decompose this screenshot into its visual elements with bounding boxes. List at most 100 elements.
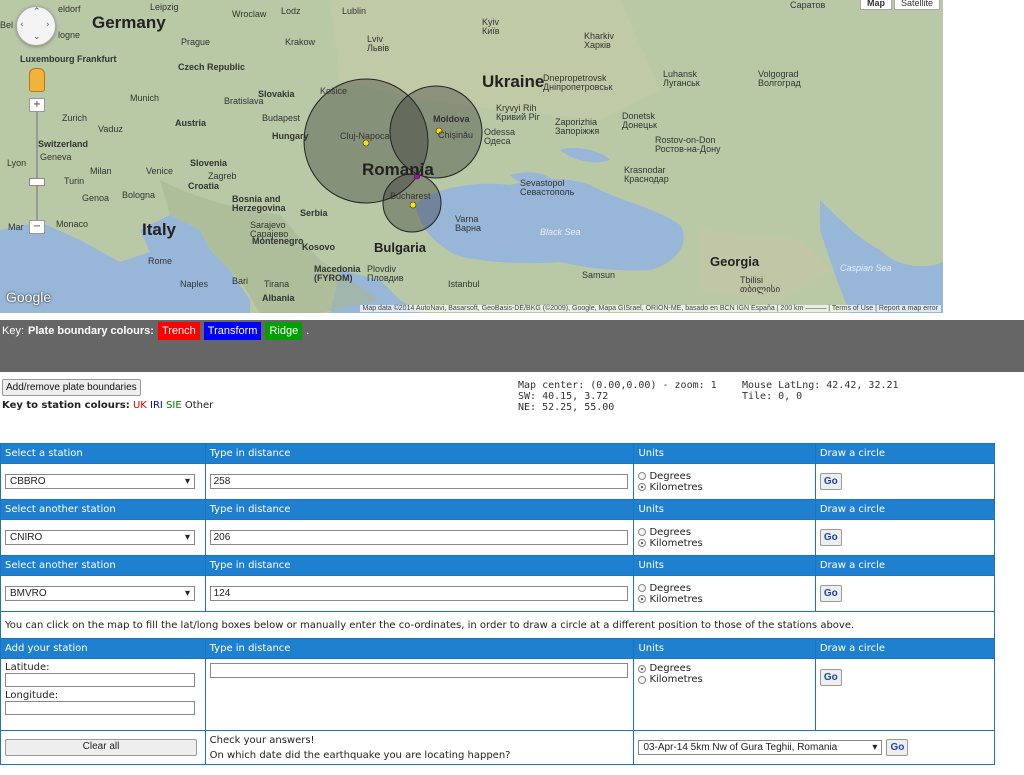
degrees-radio-1[interactable]: Degrees [638, 471, 810, 482]
map-label-milan: Milan [90, 166, 112, 176]
map-label-tirana: Tirana [264, 279, 290, 289]
map-label-venice: Venice [146, 166, 174, 176]
map-label-blacksea: Black Sea [540, 227, 581, 237]
pan-left-icon[interactable]: ‹ [20, 20, 24, 30]
zoom-out-button[interactable]: − [29, 220, 45, 234]
map-label-cluj: Cluj-Napoca [340, 131, 390, 141]
earthquake-date-select-value: 03-Apr-14 5km Nw of Gura Teghii, Romania [643, 742, 838, 753]
map-label-kryvyi: Kryvyi Rih Кривий Ріг [496, 103, 540, 122]
map-type-map-button[interactable]: Map [859, 0, 892, 10]
map-attribution[interactable]: Map data ©2014 AutoNavi, Basarsoft, GeoB… [359, 305, 941, 312]
degrees-radio-custom[interactable]: Degrees [638, 663, 810, 674]
kilometres-label: Kilometres [649, 674, 703, 685]
clear-all-button[interactable]: Clear all [5, 739, 197, 756]
distance-header: Type in distance [204, 443, 635, 464]
map-canvas[interactable] [0, 0, 943, 313]
plate-key-title: Plate boundary colours: [28, 325, 154, 337]
map-label-rostov: Rostov-on-Don Ростов-на-Дону [655, 135, 721, 154]
pan-down-icon[interactable]: ⌄ [33, 32, 41, 42]
map-label-cologne: logne [58, 30, 81, 40]
distance-input-1[interactable]: 258 [209, 474, 628, 489]
map-label-kyiv: Kyiv Київ [482, 17, 500, 36]
trench-chip: Trench [157, 322, 200, 340]
kilometres-radio-3[interactable]: Kilometres [638, 594, 810, 605]
map-label-germany: Germany [92, 13, 166, 32]
key-suffix: . [306, 325, 310, 337]
longitude-input[interactable] [5, 701, 195, 715]
map-label-rome: Rome [148, 256, 173, 266]
map-label-dusseldorf: eldorf [58, 4, 81, 14]
units-header: Units [633, 638, 816, 659]
plate-key-bar: Key: Plate boundary colours: Trench Tran… [0, 320, 1024, 372]
radio-checked-icon [638, 483, 647, 491]
kilometres-radio-custom[interactable]: Kilometres [638, 674, 810, 685]
map-label-zagreb: Zagreb [208, 171, 237, 181]
map-sw-readout: SW: 40.15, 3.72 [518, 391, 609, 402]
zoom-in-button[interactable]: + [29, 98, 45, 112]
add-remove-plate-boundaries-button[interactable]: Add/remove plate boundaries [2, 379, 141, 396]
table-header-row: Add your station Type in distance Units … [0, 638, 996, 659]
station-select-3[interactable]: BMVRO ▾ [5, 586, 195, 601]
earthquake-date-select[interactable]: 03-Apr-14 5km Nw of Gura Teghii, Romania… [638, 740, 883, 755]
kilometres-label: Kilometres [649, 481, 703, 493]
radio-checked-icon [638, 595, 647, 603]
latitude-input[interactable] [5, 673, 195, 687]
kilometres-radio-2[interactable]: Kilometres [638, 538, 810, 549]
zoom-slider-thumb[interactable] [29, 178, 45, 186]
units-header: Units [633, 443, 816, 464]
map-label-luxembourg: Luxembourg Frankfurt [20, 54, 117, 64]
map-label-italy: Italy [142, 220, 177, 239]
pan-up-icon[interactable]: ⌃ [33, 7, 41, 17]
station-key-iri: IRI [150, 400, 163, 411]
map-label-switzerland: Switzerland [38, 139, 89, 149]
radio-icon [638, 472, 647, 480]
map-label-lviv: Lviv Львів [367, 34, 390, 53]
station-key-title: Key to station colours: [2, 400, 130, 411]
dropdown-arrow-icon: ▾ [872, 742, 878, 753]
earthquake-date-question: On which date did the earthquake you are… [209, 749, 511, 761]
map-label-bulgaria: Bulgaria [374, 240, 427, 255]
map-label-bucharest: Bucharest [390, 191, 431, 201]
map-label-moldova: Moldova [433, 114, 470, 124]
map-label-macedonia: Macedonia (FYROM) [314, 264, 361, 283]
map-type-satellite-button[interactable]: Satellite [893, 0, 940, 10]
pan-control[interactable]: ⌃ ‹ › ⌄ [16, 6, 56, 46]
map-label-budapest: Budapest [262, 113, 301, 123]
distance-input-3[interactable]: 124 [209, 586, 628, 601]
go-button-3[interactable]: Go [819, 585, 842, 602]
table-header-row: Select another station Type in distance … [0, 555, 996, 576]
station-key-other: Other [184, 400, 214, 411]
degrees-label: Degrees [649, 663, 692, 674]
map-label-serbia: Serbia [300, 208, 328, 218]
go-button-2[interactable]: Go [819, 529, 842, 546]
pan-right-icon[interactable]: › [46, 20, 50, 30]
street-view-pegman-icon[interactable] [29, 68, 45, 92]
map-label-luhansk: Luhansk Луганськ [663, 69, 700, 88]
select-station-header: Select a station [0, 443, 206, 464]
station-select-2[interactable]: CNIRO ▾ [5, 530, 195, 545]
distance-input-custom[interactable] [209, 663, 628, 678]
map-label-hungary: Hungary [272, 131, 309, 141]
table-row: You can click on the map to fill the lat… [0, 611, 995, 639]
map[interactable]: Germany Leipzig eldorf logne Bel Wroclaw… [0, 0, 943, 313]
zoom-slider-track[interactable] [36, 100, 38, 228]
go-button-custom[interactable]: Go [819, 669, 842, 686]
kilometres-radio-1[interactable]: Kilometres [638, 482, 810, 493]
add-your-station-header: Add your station [0, 638, 206, 659]
check-answers-text: Check your answers! [209, 734, 315, 746]
go-button-1[interactable]: Go [819, 473, 842, 490]
map-label-kosovo: Kosovo [302, 242, 336, 252]
degrees-radio-3[interactable]: Degrees [638, 583, 810, 594]
map-label-genoa: Genoa [82, 193, 110, 203]
distance-input-2[interactable]: 206 [209, 530, 628, 545]
map-label-zurich: Zurich [62, 113, 88, 123]
station-key-sie: SIE [166, 400, 182, 411]
map-label-varna: Varna Варна [455, 214, 481, 233]
go-button-answer[interactable]: Go [886, 739, 909, 756]
map-label-monaco: Monaco [56, 219, 89, 229]
station-select-1[interactable]: CBBRO ▾ [5, 474, 195, 489]
map-label-saratov: Саратов [790, 0, 826, 10]
plate-key-line: Key: Plate boundary colours: Trench Tran… [2, 322, 309, 340]
map-label-prague: Prague [181, 37, 211, 47]
degrees-radio-2[interactable]: Degrees [638, 527, 810, 538]
